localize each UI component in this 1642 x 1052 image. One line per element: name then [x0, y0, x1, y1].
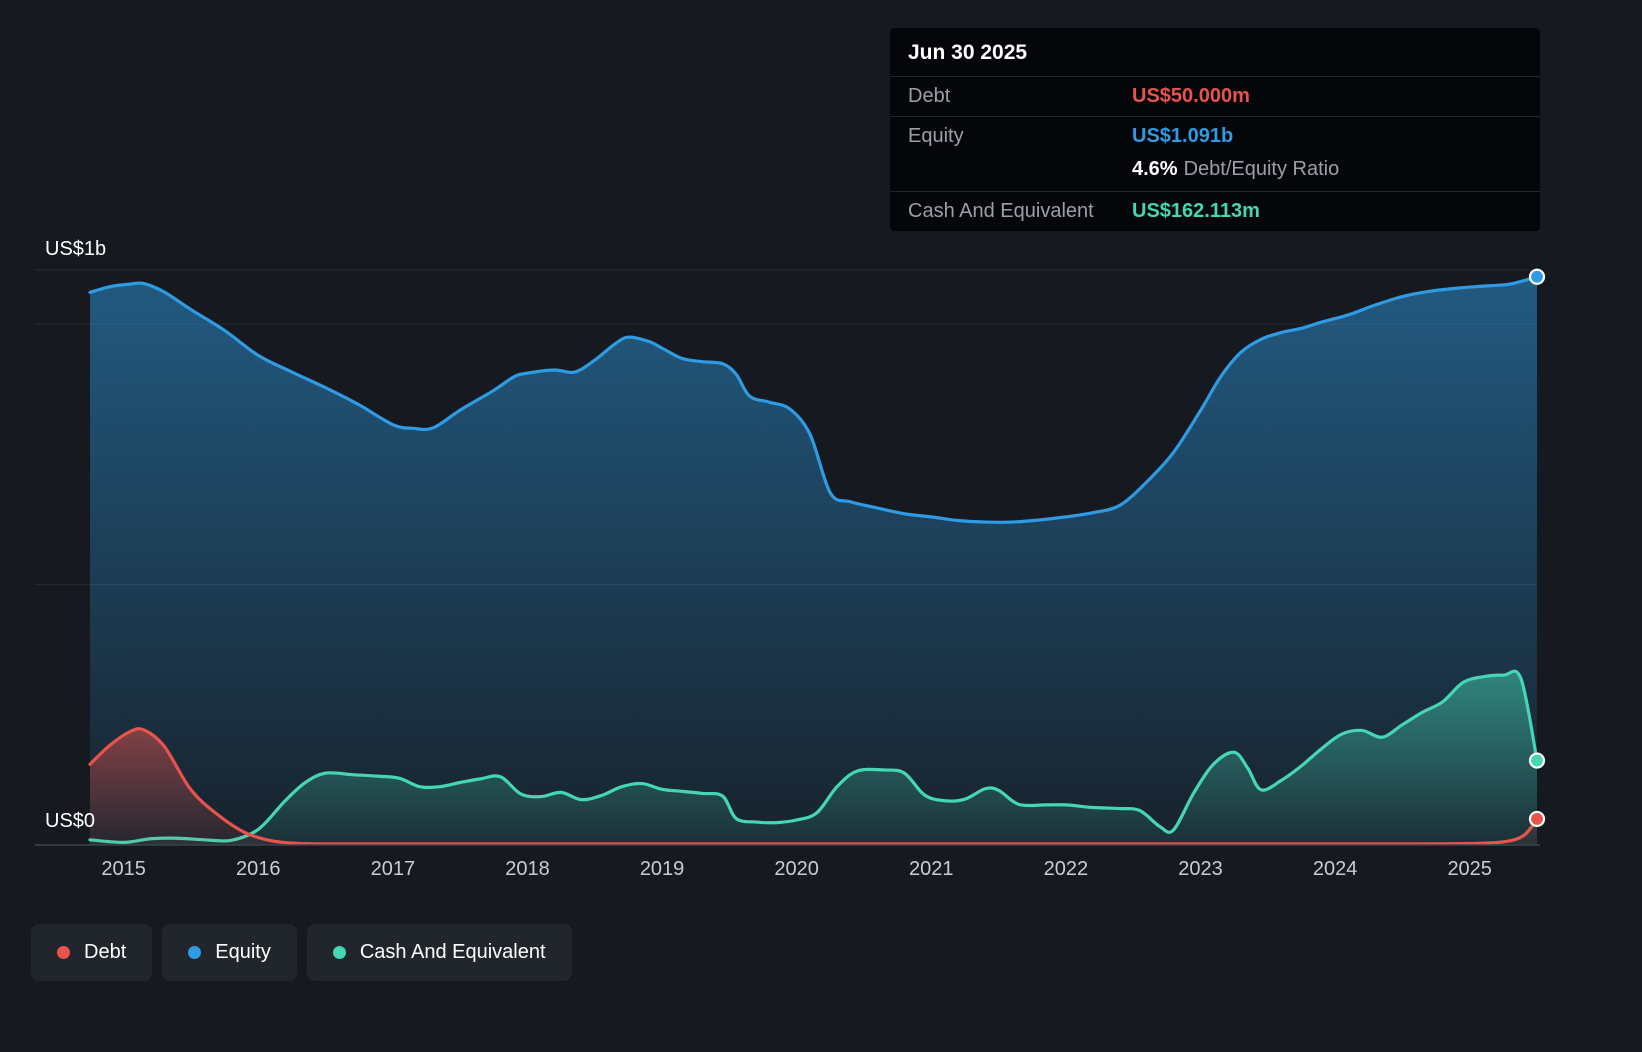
legend-label: Debt [84, 941, 126, 964]
cash-and-equivalent-legend-dot-icon [333, 946, 346, 959]
tooltip-debt-row: Debt US$50.000m [890, 77, 1540, 116]
y-axis-label-0: US$0 [45, 810, 95, 833]
debt-endpoint-marker[interactable] [1530, 812, 1544, 826]
x-tick-2023: 2023 [1178, 858, 1223, 881]
cash-and-equivalent-endpoint-marker[interactable] [1530, 754, 1544, 768]
tooltip-equity-label: Equity [908, 125, 1132, 148]
debt-legend-dot-icon [57, 946, 70, 959]
equity-legend-dot-icon [188, 946, 201, 959]
legend-label: Cash And Equivalent [360, 941, 546, 964]
x-tick-2019: 2019 [640, 858, 685, 881]
x-tick-2020: 2020 [774, 858, 819, 881]
tooltip-debt-label: Debt [908, 85, 1132, 108]
x-tick-2025: 2025 [1447, 858, 1492, 881]
legend-item-debt[interactable]: Debt [31, 924, 152, 981]
tooltip-cash-label: Cash And Equivalent [908, 200, 1132, 223]
equity-endpoint-marker[interactable] [1530, 270, 1544, 284]
tooltip-cash-row: Cash And Equivalent US$162.113m [890, 191, 1540, 231]
tooltip-date: Jun 30 2025 [890, 28, 1540, 77]
tooltip-cash-value: US$162.113m [1132, 200, 1260, 223]
debt-equity-history-page: US$1b US$0 20152016201720182019202020212… [0, 0, 1642, 1052]
x-tick-2022: 2022 [1044, 858, 1089, 881]
y-axis-label-1b: US$1b [45, 238, 106, 261]
tooltip-equity-row: Equity US$1.091b [890, 116, 1540, 156]
x-tick-2024: 2024 [1313, 858, 1358, 881]
tooltip-ratio-row: 4.6% Debt/Equity Ratio [890, 156, 1540, 191]
ratio-label: Debt/Equity Ratio [1184, 158, 1340, 180]
chart-legend: Debt Equity Cash And Equivalent [31, 924, 572, 981]
x-tick-2015: 2015 [101, 858, 146, 881]
x-tick-2017: 2017 [371, 858, 416, 881]
x-tick-2016: 2016 [236, 858, 281, 881]
x-tick-2021: 2021 [909, 858, 954, 881]
tooltip-debt-value: US$50.000m [1132, 85, 1250, 108]
legend-item-equity[interactable]: Equity [162, 924, 297, 981]
legend-item-cash-and-equivalent[interactable]: Cash And Equivalent [307, 924, 572, 981]
chart-tooltip: Jun 30 2025 Debt US$50.000m Equity US$1.… [890, 28, 1540, 231]
tooltip-equity-value: US$1.091b [1132, 125, 1233, 148]
x-tick-2018: 2018 [505, 858, 550, 881]
legend-label: Equity [215, 941, 271, 964]
x-axis: 2015 2016 2017 2018 2019 2020 2021 2022 2023 2024… [0, 858, 1642, 888]
ratio-number: 4.6% [1132, 158, 1178, 180]
tooltip-ratio-value: 4.6% Debt/Equity Ratio [1132, 158, 1339, 181]
